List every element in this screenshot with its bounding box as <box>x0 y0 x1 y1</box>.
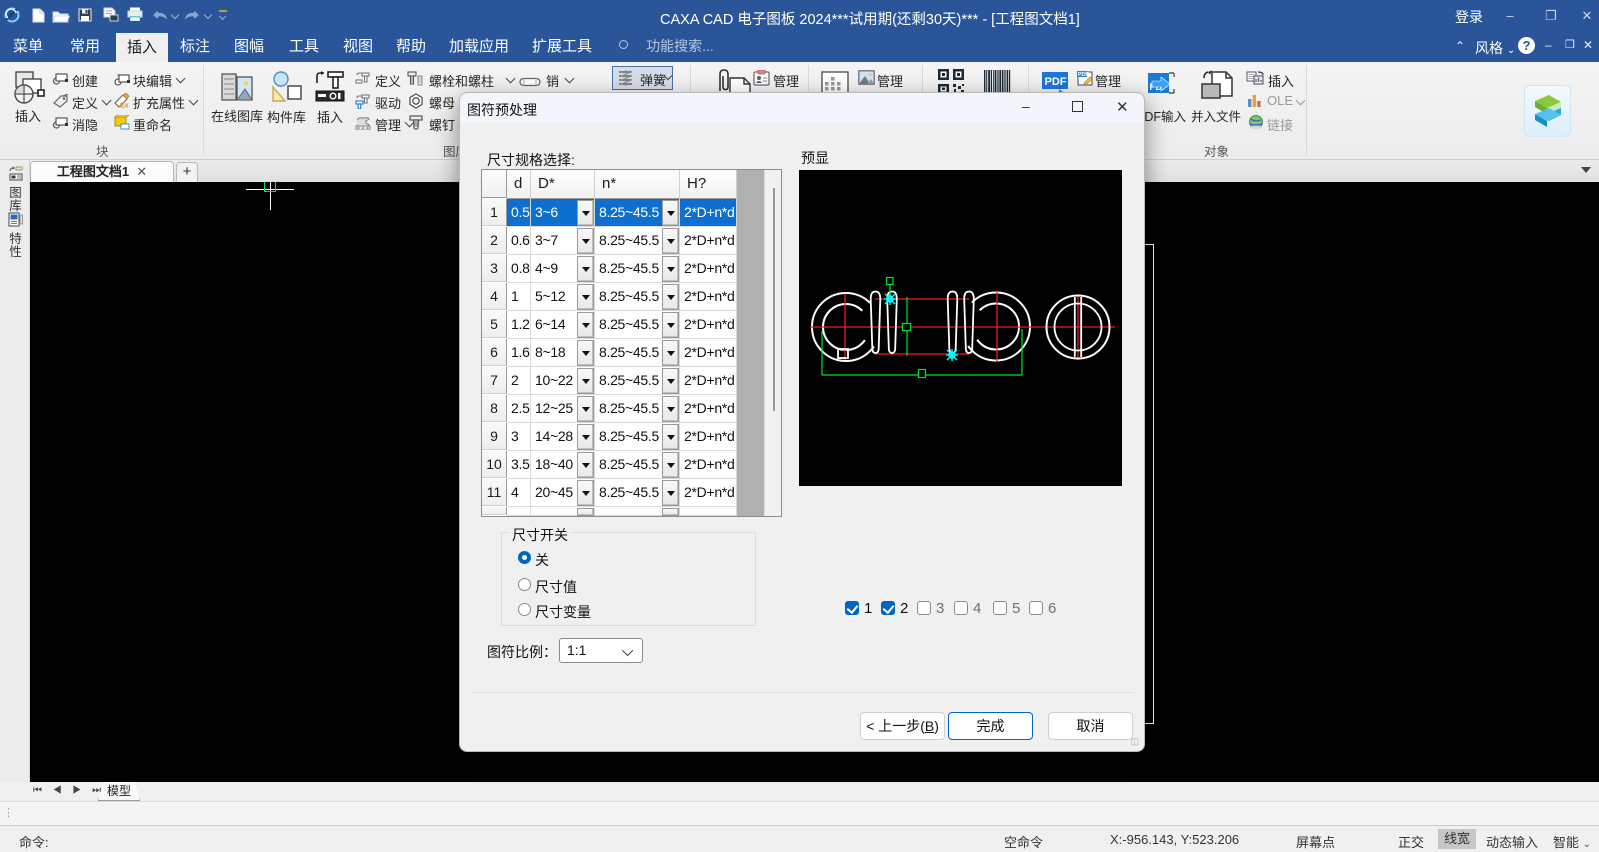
svg-text:PDF: PDF <box>1045 76 1067 88</box>
svg-text:PDF: PDF <box>1078 72 1090 78</box>
svg-text:Ex: Ex <box>120 103 129 109</box>
